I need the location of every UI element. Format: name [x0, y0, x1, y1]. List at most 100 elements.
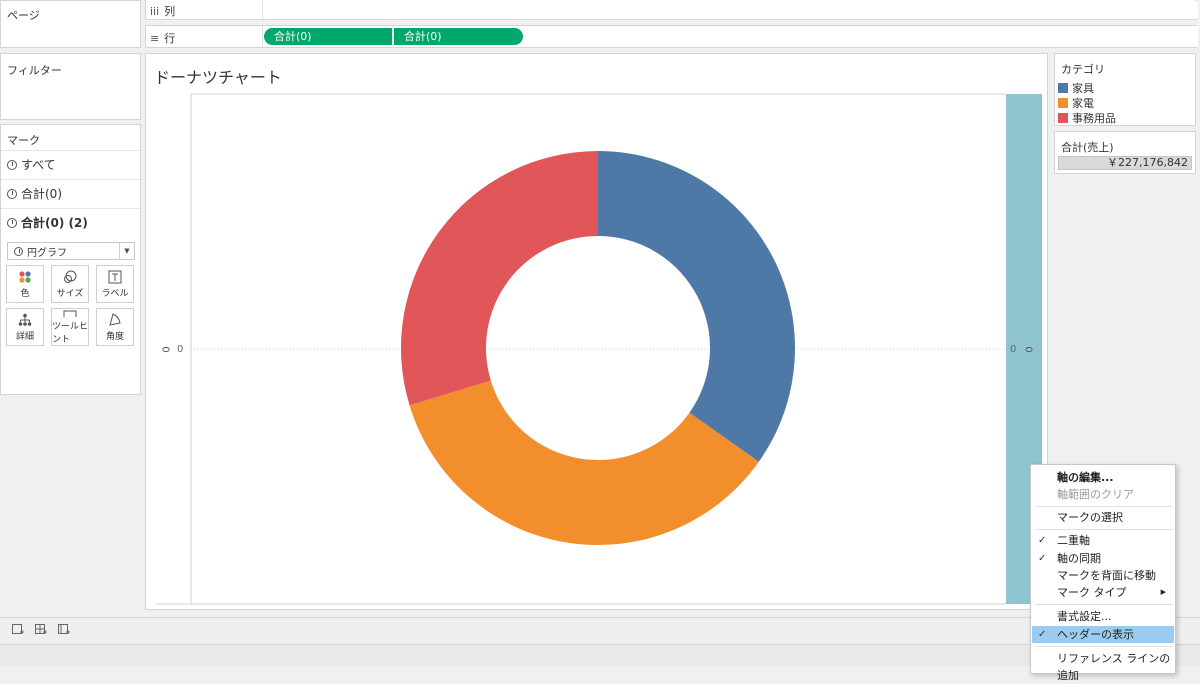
menu-synchronize-axis-label: 軸の同期	[1057, 552, 1101, 565]
menu-select-marks[interactable]: マークの選択	[1032, 509, 1174, 526]
menu-dual-axis-label: 二重軸	[1057, 534, 1090, 547]
label-button[interactable]: ラベル	[96, 265, 134, 303]
legend-label-office-supplies: 事務用品	[1072, 112, 1116, 125]
angle-button[interactable]: 角度	[96, 308, 134, 346]
marks-tab-all[interactable]: すべて	[1, 150, 140, 178]
menu-add-reference-line[interactable]: リファレンス ラインの追加	[1032, 650, 1174, 682]
view-canvas	[156, 93, 1042, 605]
chevron-down-icon: ▼	[119, 243, 134, 259]
menu-add-reference-line-label: リファレンス ラインの追加	[1057, 652, 1171, 682]
menu-clear-axis-range: 軸範囲のクリア	[1032, 486, 1174, 503]
columns-drop-area[interactable]	[262, 1, 1198, 19]
marks-tab-sum-0-2-label: 合計(0) (2)	[21, 216, 88, 230]
detail-button-label: 詳細	[15, 331, 34, 342]
menu-mark-type-label: マーク タイプ	[1057, 586, 1127, 599]
new-story-icon[interactable]	[57, 623, 71, 637]
menu-format-label: 書式設定...	[1057, 610, 1112, 623]
total-sales-title: 合計(売上)	[1061, 141, 1114, 154]
menu-format[interactable]: 書式設定...	[1032, 608, 1174, 625]
angle-button-label: 角度	[105, 331, 124, 342]
color-button[interactable]: 色	[6, 265, 44, 303]
left-axis-header: 0	[159, 346, 171, 353]
right-axis-tick: 0	[1010, 344, 1017, 355]
legend-title: カテゴリ	[1061, 63, 1105, 76]
columns-shelf-label: iii 列	[150, 3, 175, 19]
pages-title: ページ	[7, 9, 40, 22]
menu-synchronize-axis[interactable]: ✓ 軸の同期	[1032, 550, 1174, 567]
donut-slice-3[interactable]	[401, 151, 598, 406]
total-sales-value: ￥227,176,842	[1107, 156, 1188, 169]
size-button-label: サイズ	[56, 288, 84, 299]
rows-pill-sum-0-second[interactable]: 合計(0)	[394, 28, 523, 45]
rows-pill-sum-0[interactable]: 合計(0)	[264, 28, 393, 45]
menu-edit-axis[interactable]: 軸の編集...	[1032, 469, 1174, 486]
rows-label: 行	[164, 32, 176, 45]
pages-card: ページ	[0, 0, 141, 48]
marks-tab-all-label: すべて	[21, 158, 56, 172]
pie-mark-icon	[7, 159, 17, 170]
columns-label: 列	[164, 5, 176, 18]
size-circles-icon	[64, 270, 77, 283]
angle-wedge-icon	[109, 312, 121, 326]
menu-move-marks-to-back-label: マークを背面に移動	[1057, 569, 1156, 582]
menu-separator	[1035, 506, 1173, 507]
color-button-label: 色	[20, 288, 30, 299]
status-bar	[0, 644, 1200, 666]
filters-title: フィルター	[7, 64, 62, 77]
marks-tab-sum-0-label: 合計(0)	[21, 187, 62, 201]
marks-tab-sum-0[interactable]: 合計(0)	[1, 179, 140, 207]
mark-type-dropdown[interactable]: 円グラフ ▼	[7, 242, 135, 260]
tooltip-bubble-icon	[63, 310, 77, 317]
legend-label-appliances: 家電	[1072, 97, 1094, 110]
checkmark-icon: ✓	[1038, 535, 1047, 546]
legend-swatch-appliances	[1058, 98, 1068, 108]
menu-select-marks-label: マークの選択	[1057, 511, 1123, 524]
menu-separator	[1035, 529, 1173, 530]
menu-move-marks-to-back[interactable]: マークを背面に移動	[1032, 567, 1174, 584]
text-label-icon	[108, 270, 122, 283]
menu-clear-axis-range-label: 軸範囲のクリア	[1057, 488, 1134, 501]
donut-slice-1[interactable]	[598, 151, 795, 462]
marks-tab-sum-0-2[interactable]: 合計(0) (2)	[1, 208, 140, 236]
color-dots-icon	[19, 270, 31, 283]
right-axis-header: 0	[1022, 346, 1034, 353]
new-worksheet-icon[interactable]	[11, 623, 25, 637]
menu-show-header[interactable]: ✓ ヘッダーの表示	[1032, 626, 1174, 643]
checkmark-icon: ✓	[1038, 629, 1047, 640]
tooltip-button[interactable]: ツールヒント	[51, 308, 89, 346]
detail-tree-icon	[18, 313, 32, 326]
legend-item-appliances[interactable]: 家電	[1058, 95, 1094, 111]
menu-separator	[1035, 646, 1173, 647]
tooltip-button-label: ツールヒント	[52, 322, 89, 345]
legend-swatch-office-supplies	[1058, 113, 1068, 123]
donut-chart	[401, 151, 795, 545]
pie-mark-icon	[7, 217, 17, 228]
menu-show-header-label: ヘッダーの表示	[1057, 628, 1134, 641]
legend-swatch-furniture	[1058, 83, 1068, 93]
filters-card[interactable]: フィルター	[0, 53, 141, 120]
checkmark-icon: ✓	[1038, 553, 1047, 564]
new-dashboard-icon[interactable]	[34, 623, 48, 637]
pie-mark-icon	[7, 188, 17, 199]
mark-type-value: 円グラフ	[27, 247, 67, 259]
sheet-tab-bar	[0, 617, 1200, 644]
legend-item-office-supplies[interactable]: 事務用品	[1058, 110, 1116, 126]
columns-icon: iii	[150, 4, 160, 18]
view-title: ドーナツチャート	[154, 68, 282, 87]
legend-item-furniture[interactable]: 家具	[1058, 80, 1094, 96]
total-sales-bar: ￥227,176,842	[1058, 156, 1192, 170]
label-button-label: ラベル	[101, 288, 129, 299]
pie-mark-icon	[14, 246, 23, 256]
menu-dual-axis[interactable]: ✓ 二重軸	[1032, 532, 1174, 549]
size-button[interactable]: サイズ	[51, 265, 89, 303]
detail-button[interactable]: 詳細	[6, 308, 44, 346]
menu-edit-axis-label: 軸の編集...	[1057, 471, 1114, 484]
menu-mark-type[interactable]: マーク タイプ ▶	[1032, 584, 1174, 601]
marks-title: マーク	[7, 134, 40, 147]
legend-label-furniture: 家具	[1072, 82, 1094, 95]
rows-icon: ≡	[150, 31, 160, 45]
left-axis-tick: 0	[177, 344, 184, 355]
rows-shelf-label: ≡ 行	[150, 30, 175, 46]
menu-separator	[1035, 604, 1173, 605]
axis-context-menu: 軸の編集... 軸範囲のクリア マークの選択 ✓ 二重軸 ✓ 軸の同期 マークを背面…	[1030, 464, 1176, 682]
